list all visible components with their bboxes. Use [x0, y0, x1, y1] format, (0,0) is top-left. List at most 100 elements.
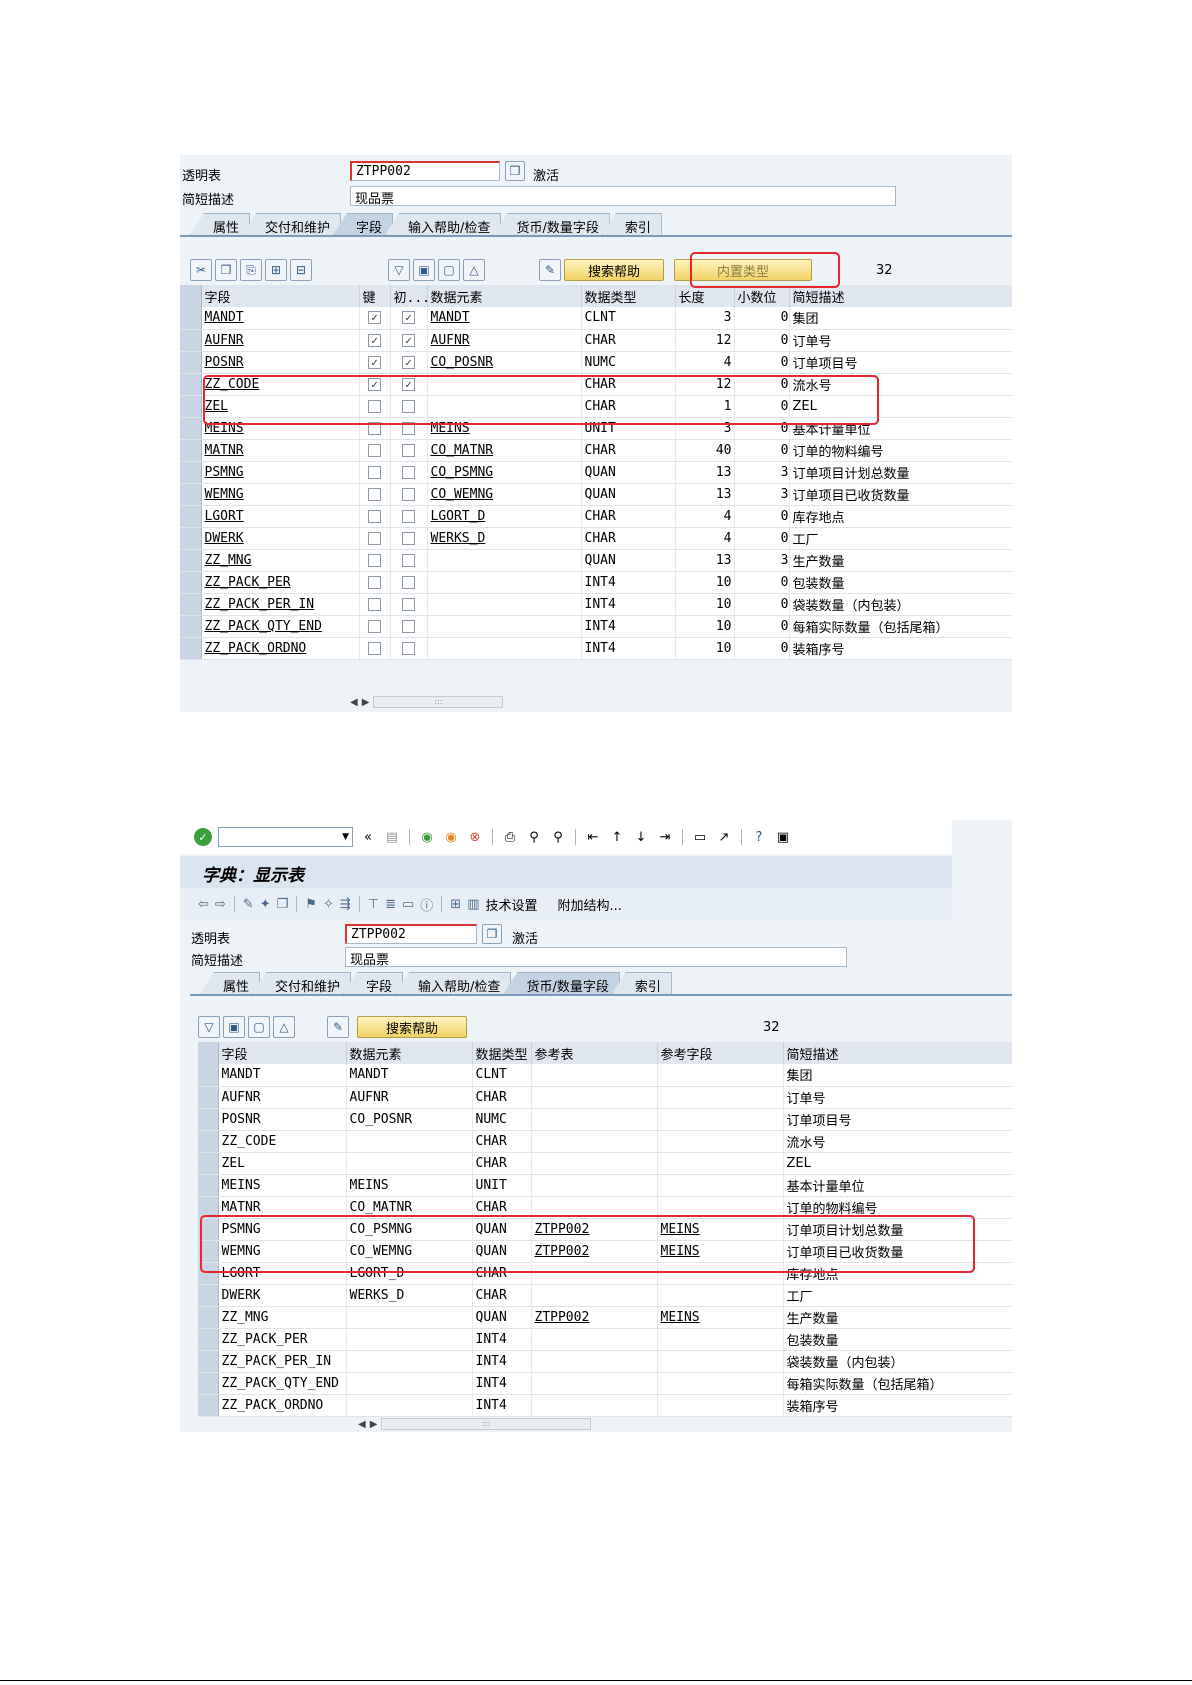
col-init[interactable]: 初... — [390, 285, 430, 307]
reference-field[interactable] — [657, 1108, 784, 1131]
reference-table[interactable] — [531, 1152, 658, 1175]
structure-icon[interactable]: ⊞ — [450, 897, 461, 912]
deselect-icon[interactable]: ▢ — [248, 1016, 270, 1038]
row-selector[interactable] — [180, 395, 202, 418]
reference-field[interactable] — [657, 1086, 784, 1109]
tab-input-help[interactable]: 输入帮助/检查 — [395, 972, 512, 994]
tab-index[interactable]: 索引 — [611, 972, 672, 994]
select-block-icon[interactable]: ▣ — [413, 259, 435, 281]
row-selector[interactable] — [180, 571, 202, 594]
reference-field[interactable] — [657, 1174, 784, 1197]
tab-attributes[interactable]: 属性 — [190, 213, 251, 235]
col-ref-table[interactable]: 参考表 — [531, 1042, 658, 1064]
initial-checkbox[interactable] — [402, 575, 415, 589]
append-structure-button[interactable]: 附加结构... — [558, 895, 622, 914]
window-icon[interactable]: ▭ — [402, 897, 414, 912]
tab-delivery[interactable]: 交付和维护 — [252, 972, 352, 994]
reference-table[interactable]: ZTPP002 — [531, 1306, 658, 1329]
save-icon[interactable]: ▤ — [383, 828, 401, 846]
col-short-desc[interactable]: 简短描述 — [783, 1042, 1012, 1064]
reference-table[interactable] — [531, 1108, 658, 1131]
field-name[interactable]: ZZ_PACK_QTY_END — [201, 615, 360, 638]
activate-icon[interactable]: ❐ — [277, 897, 289, 912]
exit-icon[interactable]: ◉ — [442, 828, 460, 846]
delete-row-icon[interactable]: ⊟ — [290, 259, 312, 281]
copy-row-icon[interactable]: ❐ — [215, 259, 237, 281]
initial-checkbox[interactable] — [402, 531, 415, 545]
table-row[interactable]: DWERK WERKS_D CHAR 4 0 工厂 — [180, 527, 1012, 550]
initial-checkbox[interactable] — [402, 487, 415, 501]
row-selector[interactable] — [198, 1130, 219, 1153]
help-icon[interactable]: ? — [750, 828, 768, 846]
col-short-desc[interactable]: 简短描述 — [789, 285, 1012, 307]
row-selector[interactable] — [180, 505, 202, 528]
field-name[interactable]: PSMNG — [201, 461, 360, 484]
data-element[interactable] — [427, 593, 582, 616]
tab-input-help[interactable]: 输入帮助/检查 — [385, 213, 502, 235]
reference-table[interactable] — [531, 1350, 658, 1373]
first-page-icon[interactable]: ⇤ — [584, 828, 602, 846]
scroll-right-icon[interactable]: ▶ — [362, 697, 370, 708]
prev-page-icon[interactable]: ↑ — [608, 828, 626, 846]
tab-currency-qty[interactable]: 货币/数量字段 — [503, 972, 620, 994]
cut-icon[interactable]: ✂ — [190, 259, 212, 281]
data-element[interactable] — [427, 637, 582, 660]
check-icon[interactable]: ✦ — [260, 897, 271, 912]
row-selector[interactable] — [198, 1152, 219, 1175]
initial-checkbox[interactable]: ✓ — [402, 333, 415, 347]
select-all-cell[interactable] — [198, 1042, 219, 1064]
initial-checkbox[interactable]: ✓ — [402, 355, 415, 369]
table-row[interactable]: ZEL CHAR ZEL — [198, 1152, 1012, 1175]
scroll-left-icon[interactable]: ◀ — [350, 697, 358, 708]
contents-icon[interactable]: ▥ — [467, 897, 479, 912]
new-session-icon[interactable]: ▭ — [691, 828, 709, 846]
initial-checkbox[interactable] — [402, 443, 415, 457]
reference-field[interactable] — [657, 1284, 784, 1307]
where-used-icon[interactable]: ⚑ — [305, 897, 317, 912]
reference-table[interactable] — [531, 1064, 658, 1087]
col-decimals[interactable]: 小数位 — [734, 285, 790, 307]
row-selector[interactable] — [180, 307, 202, 330]
data-element[interactable]: AUFNR — [427, 329, 582, 352]
forward-arrow-icon[interactable]: ⇨ — [215, 897, 226, 912]
row-selector[interactable] — [180, 549, 202, 572]
data-element[interactable]: CO_POSNR — [427, 351, 582, 374]
tab-currency-qty[interactable]: 货币/数量字段 — [493, 213, 610, 235]
col-data-type[interactable]: 数据类型 — [472, 1042, 532, 1064]
table-row[interactable]: ZZ_MNG QUAN 13 3 生产数量 — [180, 549, 1012, 572]
description-field[interactable]: 现品票 — [345, 947, 847, 968]
next-page-icon[interactable]: ↓ — [632, 828, 650, 846]
back-arrow-icon[interactable]: ⇦ — [198, 897, 209, 912]
table-row[interactable]: DWERK WERKS_D CHAR 工厂 — [198, 1284, 1012, 1307]
initial-checkbox[interactable] — [402, 619, 415, 633]
field-name[interactable]: ZZ_PACK_PER_IN — [201, 593, 360, 616]
edit-help-icon[interactable]: ✎ — [539, 259, 561, 281]
table-row[interactable]: ZZ_PACK_PER INT4 10 0 包装数量 — [180, 571, 1012, 594]
data-element[interactable] — [427, 549, 582, 572]
table-row[interactable]: ZZ_PACK_PER_IN INT4 10 0 袋装数量（内包装） — [180, 593, 1012, 616]
key-checkbox[interactable] — [368, 641, 381, 655]
reference-table[interactable] — [531, 1284, 658, 1307]
hierarchy-icon[interactable]: ⊤ — [368, 897, 379, 912]
field-name[interactable]: ZZ_PACK_PER — [201, 571, 360, 594]
key-checkbox[interactable] — [368, 597, 381, 611]
reference-field[interactable] — [657, 1064, 784, 1087]
col-length[interactable]: 长度 — [675, 285, 735, 307]
col-data-type[interactable]: 数据类型 — [581, 285, 676, 307]
expand-icon[interactable]: △ — [273, 1016, 295, 1038]
initial-checkbox[interactable] — [402, 641, 415, 655]
key-checkbox[interactable]: ✓ — [368, 333, 381, 347]
display-change-icon[interactable]: ✎ — [243, 897, 254, 912]
reference-field[interactable] — [657, 1372, 784, 1395]
col-data-element[interactable]: 数据元素 — [427, 285, 582, 307]
row-selector[interactable] — [180, 351, 202, 374]
horizontal-scrollbar[interactable]: ◀ ▶ ::: — [358, 1418, 592, 1430]
shortcut-icon[interactable]: ↗ — [715, 828, 733, 846]
back-icon[interactable]: ◉ — [418, 828, 436, 846]
row-selector[interactable] — [198, 1064, 219, 1087]
field-name[interactable]: AUFNR — [201, 329, 360, 352]
search-help-button[interactable]: 搜索帮助 — [564, 259, 664, 281]
table-row[interactable]: ZZ_PACK_ORDNO INT4 10 0 装箱序号 — [180, 637, 1012, 660]
field-name[interactable]: DWERK — [201, 527, 360, 550]
copy-icon[interactable]: ❐ — [505, 161, 525, 181]
